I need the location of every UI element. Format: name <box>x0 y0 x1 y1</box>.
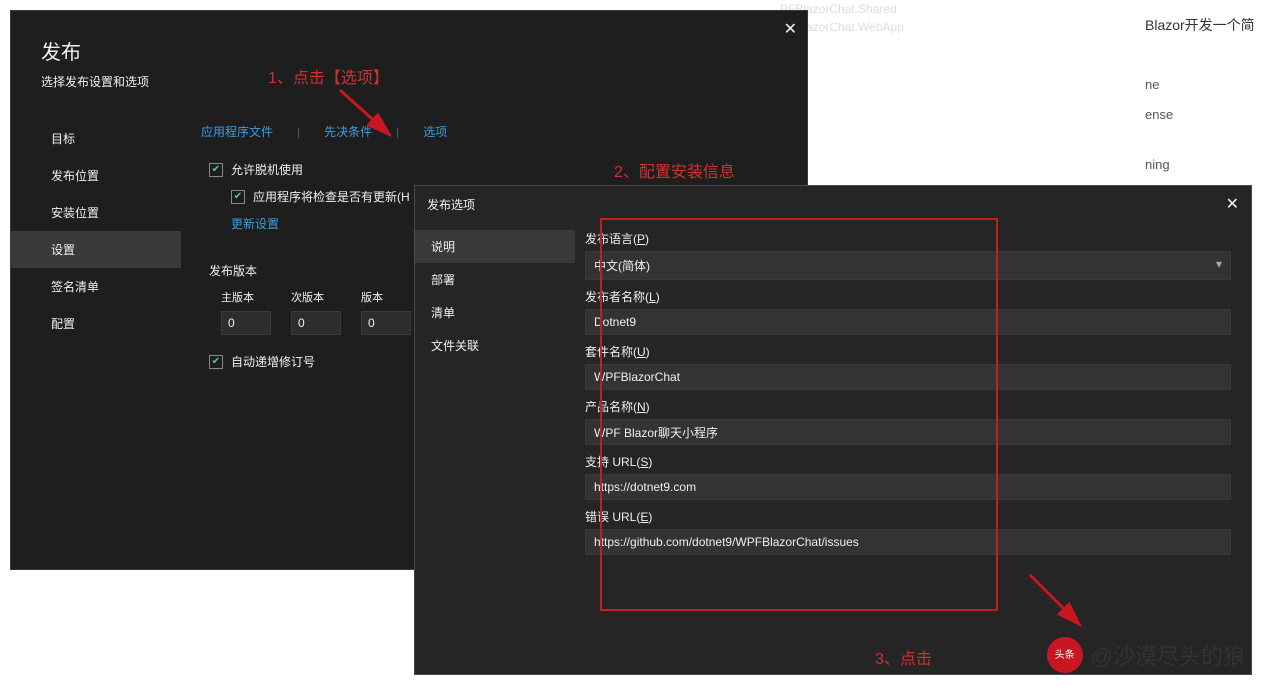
watermark: 头条 @沙漠尽头的狼 <box>1047 637 1245 673</box>
toutiao-logo-icon: 头条 <box>1047 637 1083 673</box>
major-input[interactable] <box>221 311 271 335</box>
suite-label: 套件名称(U) <box>585 343 1231 360</box>
product-input[interactable] <box>585 419 1231 445</box>
dialog-subtitle: 选择发布设置和选项 <box>41 73 807 90</box>
support-url-input[interactable] <box>585 474 1231 500</box>
product-label: 产品名称(N) <box>585 398 1231 415</box>
bg-right-panel: Blazor开发一个简 ne ense ning <box>1145 10 1255 180</box>
error-url-label: 错误 URL(E) <box>585 508 1231 525</box>
sidebar-item-deploy[interactable]: 部署 <box>415 263 575 296</box>
checkbox-autoinc[interactable]: ✔ <box>209 355 223 369</box>
options-sidebar: 说明 部署 清单 文件关联 <box>415 222 575 640</box>
dialog2-title: 发布选项 <box>427 196 475 213</box>
tab-prerequisites[interactable]: 先决条件 <box>324 120 372 143</box>
annotation-step2: 2、配置安装信息 <box>614 158 735 182</box>
sidebar-item-file-assoc[interactable]: 文件关联 <box>415 329 575 362</box>
checkbox-offline-label: 允许脱机使用 <box>231 161 303 178</box>
close-icon[interactable]: ✕ <box>784 19 797 39</box>
watermark-text: @沙漠尽头的狼 <box>1091 639 1245 671</box>
support-url-label: 支持 URL(S) <box>585 453 1231 470</box>
tab-options[interactable]: 选项 <box>423 120 447 143</box>
options-main: 发布语言(P) 中文(简体) 发布者名称(L) 套件名称(U) 产品名称(N) … <box>575 222 1251 640</box>
sidebar-item-settings[interactable]: 设置 <box>11 231 181 268</box>
sidebar-item-manifest[interactable]: 清单 <box>415 296 575 329</box>
suite-input[interactable] <box>585 364 1231 390</box>
minor-input[interactable] <box>291 311 341 335</box>
sidebar-item-publish-location[interactable]: 发布位置 <box>11 157 181 194</box>
major-label: 主版本 <box>221 289 271 305</box>
publisher-input[interactable] <box>585 309 1231 335</box>
sidebar-item-target[interactable]: 目标 <box>11 120 181 157</box>
checkbox-offline[interactable]: ✔ <box>209 163 223 177</box>
publisher-label: 发布者名称(L) <box>585 288 1231 305</box>
minor-label: 次版本 <box>291 289 341 305</box>
lang-label: 发布语言(P) <box>585 230 1231 247</box>
sidebar-item-description[interactable]: 说明 <box>415 230 575 263</box>
lang-select[interactable]: 中文(简体) <box>585 251 1231 280</box>
sidebar-item-install-location[interactable]: 安装位置 <box>11 194 181 231</box>
error-url-input[interactable] <box>585 529 1231 555</box>
build-label: 版本 <box>361 289 411 305</box>
update-settings-link[interactable]: 更新设置 <box>231 215 279 232</box>
close-icon[interactable]: ✕ <box>1226 194 1239 214</box>
publish-sidebar: 目标 发布位置 安装位置 设置 签名清单 配置 <box>11 120 181 380</box>
checkbox-autoinc-label: 自动递增修订号 <box>231 353 315 370</box>
annotation-step3: 3、点击 <box>875 645 932 669</box>
tab-app-files[interactable]: 应用程序文件 <box>201 120 273 143</box>
checkbox-updates[interactable]: ✔ <box>231 190 245 204</box>
publish-options-dialog: 发布选项 ✕ 说明 部署 清单 文件关联 发布语言(P) 中文(简体) 发布者名… <box>414 185 1252 675</box>
annotation-step1: 1、点击【选项】 <box>268 64 389 88</box>
dialog-title: 发布 <box>41 36 807 65</box>
sidebar-item-config[interactable]: 配置 <box>11 305 181 342</box>
sidebar-item-signing[interactable]: 签名清单 <box>11 268 181 305</box>
checkbox-updates-label: 应用程序将检查是否有更新(H <box>253 188 410 205</box>
build-input[interactable] <box>361 311 411 335</box>
